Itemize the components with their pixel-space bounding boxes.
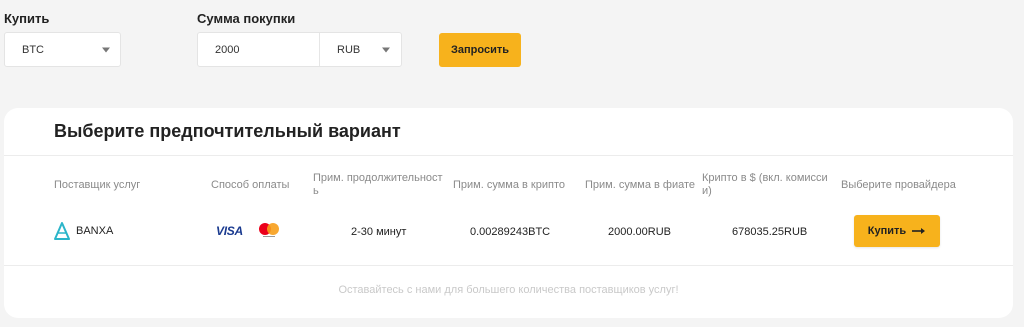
- banxa-logo-icon: [54, 222, 70, 240]
- buy-currency-select[interactable]: BTC: [4, 32, 121, 67]
- buy-button-label: Купить: [867, 225, 907, 237]
- arrow-right-icon: [912, 228, 926, 234]
- amount-divider: [319, 33, 320, 66]
- col-crypto-usd-line2: и): [702, 185, 712, 197]
- amount-group: 2000 RUB: [197, 32, 402, 67]
- crypto-amount-value: 0.00289243BTC: [470, 226, 551, 238]
- amount-input[interactable]: 2000: [215, 44, 239, 56]
- row-divider: [4, 265, 1013, 266]
- col-payment: Способ оплаты: [211, 179, 290, 191]
- col-fiat-amount: Прим. сумма в фиате: [585, 179, 696, 191]
- buy-label: Купить: [4, 11, 50, 26]
- provider-name: BANXA: [76, 225, 114, 237]
- offers-card: Выберите предпочтительный вариант Постав…: [4, 108, 1013, 318]
- col-duration-line2: ь: [313, 185, 319, 197]
- dropdown-caret-icon: [102, 47, 110, 52]
- footer-note: Оставайтесь с нами для большего количест…: [338, 284, 679, 296]
- dropdown-caret-icon: [382, 47, 390, 52]
- mastercard-icon: [259, 223, 279, 237]
- col-crypto-amount: Прим. сумма в крипто: [453, 179, 565, 191]
- col-crypto-usd-line1: Крипто в $ (вкл. комисси: [702, 172, 828, 184]
- col-select-provider: Выберите провайдера: [841, 179, 956, 191]
- duration-value: 2-30 минут: [351, 226, 407, 238]
- fiat-amount-value: 2000.00RUB: [608, 226, 671, 238]
- col-duration: Прим. продолжительност ь: [313, 172, 443, 198]
- request-button[interactable]: Запросить: [439, 33, 521, 67]
- col-crypto-usd: Крипто в $ (вкл. комисси и): [702, 172, 828, 198]
- fiat-currency-select[interactable]: RUB: [337, 44, 360, 56]
- buy-button[interactable]: Купить: [854, 215, 940, 247]
- col-duration-line1: Прим. продолжительност: [313, 172, 443, 184]
- buy-currency-value: BTC: [22, 43, 44, 56]
- offers-title: Выберите предпочтительный вариант: [54, 121, 401, 141]
- col-provider: Поставщик услуг: [54, 179, 141, 191]
- amount-label: Сумма покупки: [197, 11, 296, 26]
- visa-icon: VISA: [216, 224, 243, 238]
- title-divider: [4, 155, 1013, 156]
- crypto-usd-value: 678035.25RUB: [732, 226, 808, 238]
